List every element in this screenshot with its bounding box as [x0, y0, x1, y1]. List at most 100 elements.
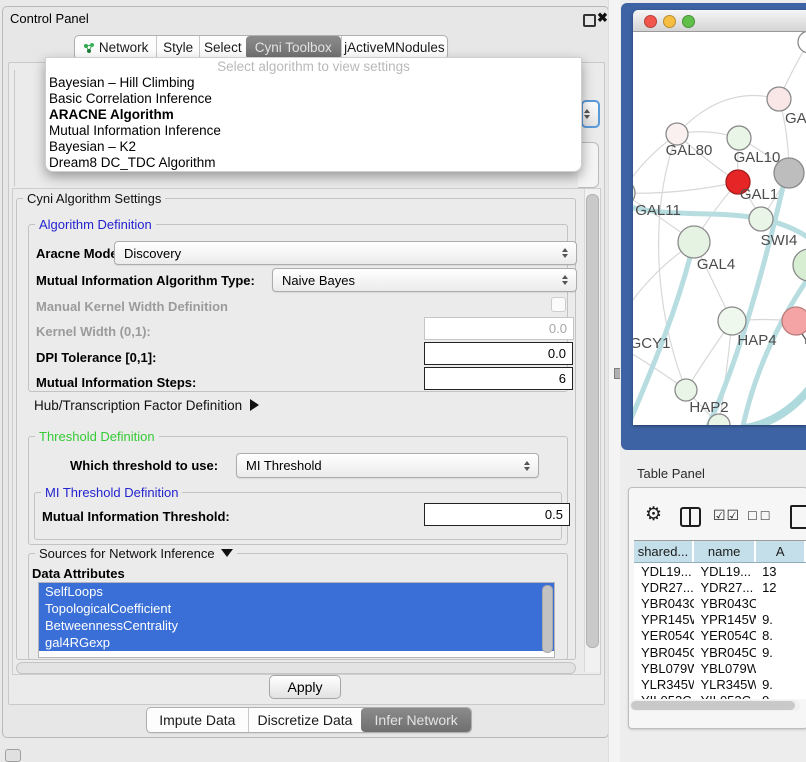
apply-button[interactable]: Apply	[269, 675, 341, 699]
table-cell: 9	[756, 693, 806, 699]
tab-jactivemnodules[interactable]: jActiveMNodules	[341, 36, 447, 59]
columns-icon[interactable]	[680, 507, 701, 527]
vertical-scrollbar-thumb[interactable]	[586, 194, 599, 648]
table-cell: 9.	[756, 645, 806, 660]
table-cell: YER054C	[694, 628, 756, 643]
table-cell: YBR043C	[634, 596, 694, 611]
zoom-traffic-light-icon[interactable]	[682, 15, 695, 28]
table-cell: 12	[756, 580, 806, 595]
network-node-gal10[interactable]	[727, 126, 751, 150]
table-cell: YBL079W	[634, 661, 694, 676]
attribute-item[interactable]: gal4RGexp	[39, 634, 554, 651]
attribute-item[interactable]: TopologicalCoefficient	[39, 600, 554, 617]
manual-kernel-width-label: Manual Kernel Width Definition	[36, 299, 228, 314]
manual-kernel-width-checkbox[interactable]	[551, 297, 566, 312]
table-row[interactable]: YBL079WYBL079W	[634, 660, 806, 676]
tab-infer-network[interactable]: Infer Network	[361, 708, 471, 732]
aracne-mode-select[interactable]: Discovery	[114, 241, 577, 265]
data-attributes-list[interactable]: SelfLoopsTopologicalCoefficientBetweenne…	[38, 582, 555, 658]
table-row[interactable]: YIL052CYIL052C9	[634, 693, 806, 700]
close-panel-icon[interactable]: ✖	[597, 10, 608, 26]
gear-icon[interactable]: ⚙	[645, 503, 662, 526]
which-threshold-label: Which threshold to use:	[70, 458, 218, 473]
mi-threshold-input[interactable]: 0.5	[424, 503, 570, 526]
mi-steps-label: Mutual Information Steps:	[36, 375, 196, 390]
node-label: Y	[801, 331, 806, 348]
node-attribute-table[interactable]: shared...nameAYDL19...YDL19...13YDR27...…	[634, 540, 806, 699]
table-panel-title: Table Panel	[637, 466, 705, 481]
algorithm-option[interactable]: ARACNE Algorithm	[46, 107, 581, 123]
table-header: shared...nameA	[634, 541, 806, 563]
table-row[interactable]: YBR045CYBR045C9.	[634, 644, 806, 660]
close-traffic-light-icon[interactable]	[644, 15, 657, 28]
table-cell: YDR27...	[634, 580, 694, 595]
table-row[interactable]: YER054CYER054C8.	[634, 628, 806, 644]
algorithm-dropdown-popup: Select algorithm to view settings Bayesi…	[45, 57, 582, 172]
kernel-width-input[interactable]: 0.0	[424, 317, 574, 340]
algorithm-option[interactable]: Dream8 DC_TDC Algorithm	[46, 155, 581, 171]
collapse-down-icon	[221, 549, 233, 557]
tab-style[interactable]: Style	[156, 36, 199, 59]
hidden-groupbox-edge	[14, 70, 15, 186]
minimize-traffic-light-icon[interactable]	[663, 15, 676, 28]
list-scrollbar-thumb[interactable]	[542, 585, 553, 653]
float-panel-icon[interactable]	[583, 14, 596, 27]
algorithm-option[interactable]: Mutual Information Inference	[46, 123, 581, 139]
deselect-all-icon[interactable]: ☐☐	[747, 509, 773, 523]
panel-grip-icon[interactable]	[5, 749, 21, 762]
network-node-hap2[interactable]	[675, 379, 697, 401]
column-header-1[interactable]: shared...	[634, 541, 694, 562]
table-file-icon[interactable]	[790, 505, 806, 529]
network-node-gal4[interactable]	[678, 226, 710, 258]
table-row[interactable]: YPR145WYPR145W9.	[634, 612, 806, 628]
sources-group-label[interactable]: Sources for Network Inference	[35, 546, 237, 561]
tab-select[interactable]: Select	[199, 36, 246, 59]
attribute-item[interactable]: SelfLoops	[39, 583, 554, 600]
which-threshold-select[interactable]: MI Threshold	[236, 453, 539, 478]
spinner-arrows-icon	[562, 248, 568, 258]
node-label: GAL1	[740, 186, 778, 203]
table-cell: 13	[756, 564, 806, 579]
attribute-item[interactable]: BetweennessCentrality	[39, 617, 554, 634]
table-row[interactable]: YBR043CYBR043C	[634, 595, 806, 611]
network-edge[interactable]	[677, 96, 779, 134]
column-header-2[interactable]: name	[694, 541, 756, 562]
node-label: GAL80	[666, 142, 713, 159]
mi-algorithm-type-label: Mutual Information Algorithm Type:	[36, 273, 255, 288]
table-row[interactable]: YLR345WYLR345W9.	[634, 676, 806, 692]
table-row[interactable]: YDR27...YDR27...12	[634, 579, 806, 595]
network-edge[interactable]	[633, 182, 738, 193]
network-graph: GAL2GAL80GAL10GAL1GAL11SWI4GAL4GCY1HAP4Y…	[633, 32, 806, 425]
network-node[interactable]	[798, 32, 806, 53]
column-header-3[interactable]: A	[756, 541, 806, 562]
network-window[interactable]: GAL2GAL80GAL10GAL1GAL11SWI4GAL4GCY1HAP4Y…	[633, 10, 806, 425]
algorithm-option[interactable]: Basic Correlation Inference	[46, 91, 581, 107]
node-label: GCY1	[633, 335, 670, 352]
tab-impute-data[interactable]: Impute Data	[147, 708, 248, 732]
hub-definition-toggle[interactable]: Hub/Transcription Factor Definition	[34, 398, 259, 413]
inference-algorithm-combo-fragment[interactable]	[581, 100, 600, 128]
network-canvas[interactable]: GAL2GAL80GAL10GAL1GAL11SWI4GAL4GCY1HAP4Y…	[633, 32, 806, 425]
kernel-width-label: Kernel Width (0,1):	[36, 324, 151, 339]
network-node-swi4[interactable]	[749, 207, 773, 231]
tab-discretize-data[interactable]: Discretize Data	[248, 708, 362, 732]
dpi-tolerance-input[interactable]: 0.0	[424, 342, 573, 365]
select-all-icon[interactable]: ☑☑	[713, 507, 740, 524]
horizontal-scrollbar-thumb[interactable]	[16, 662, 576, 674]
mi-steps-input[interactable]: 6	[424, 367, 573, 390]
tab-cyni-toolbox[interactable]: Cyni Toolbox	[246, 36, 341, 59]
network-node-gal2[interactable]	[767, 87, 791, 111]
algorithm-option[interactable]: Bayesian – Hill Climbing	[46, 75, 581, 91]
network-window-titlebar[interactable]	[633, 10, 806, 32]
network-tab-icon	[83, 42, 95, 54]
table-row[interactable]: YDL19...YDL19...13	[634, 563, 806, 579]
algorithm-option[interactable]: Bayesian – K2	[46, 139, 581, 155]
network-node-hap4[interactable]	[718, 307, 746, 335]
table-hscrollbar[interactable]	[630, 700, 800, 711]
table-cell: YDR27...	[694, 580, 756, 595]
spinner-arrows-icon	[562, 275, 568, 285]
network-node[interactable]	[793, 249, 806, 281]
tab-network[interactable]: Network	[75, 36, 156, 59]
mi-algorithm-type-select[interactable]: Naive Bayes	[272, 268, 577, 292]
cyni-algorithm-settings-label: Cyni Algorithm Settings	[23, 191, 165, 206]
